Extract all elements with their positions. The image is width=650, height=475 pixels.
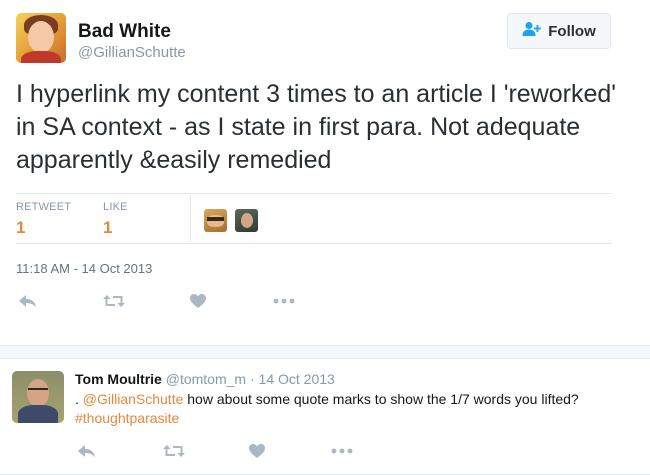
liker-avatar[interactable] xyxy=(235,209,258,232)
retweet-icon[interactable] xyxy=(162,440,186,462)
reply-dot-separator: · xyxy=(249,371,255,387)
retweet-stat-label: RETWEET xyxy=(16,201,72,213)
tweet-timestamp[interactable]: 11:18 AM - 14 Oct 2013 xyxy=(16,261,152,276)
more-icon[interactable] xyxy=(330,440,354,462)
reply-mention-link[interactable]: @GillianSchutte xyxy=(83,391,184,407)
like-stat-label: LIKE xyxy=(103,201,128,213)
reply-hashtag-link[interactable]: #thoughtparasite xyxy=(75,410,179,426)
like-stat[interactable]: LIKE 1 xyxy=(103,201,128,238)
like-icon[interactable] xyxy=(186,290,210,312)
reply-text: . @GillianSchutte how about some quote m… xyxy=(75,390,615,428)
tweet-text: I hyperlink my content 3 times to an art… xyxy=(16,80,617,174)
main-tweet: Bad White @GillianSchutte Follow I hyper… xyxy=(0,0,650,345)
reply-author-name[interactable]: Tom Moultrie xyxy=(75,371,162,387)
tweet-separator xyxy=(0,345,650,359)
author-avatar[interactable] xyxy=(16,13,66,63)
follow-person-icon xyxy=(522,21,542,41)
follow-button[interactable]: Follow xyxy=(507,13,611,49)
reply-tweet[interactable]: Tom Moultrie @tomtom_m · 14 Oct 2013 . @… xyxy=(0,359,650,475)
reply-author-avatar[interactable] xyxy=(12,371,64,423)
reply-icon[interactable] xyxy=(75,440,99,462)
follow-label: Follow xyxy=(548,22,596,40)
author-name[interactable]: Bad White xyxy=(78,21,171,43)
retweet-count: 1 xyxy=(16,218,26,237)
reply-date[interactable]: 14 Oct 2013 xyxy=(259,371,335,387)
reply-author-handle[interactable]: @tomtom_m xyxy=(166,371,246,387)
reply-text-body: how about some quote marks to show the 1… xyxy=(183,391,579,407)
author-handle[interactable]: @GillianSchutte xyxy=(78,44,186,61)
reply-icon[interactable] xyxy=(16,290,40,312)
retweet-stat[interactable]: RETWEET 1 xyxy=(16,201,71,238)
stats-vertical-divider xyxy=(190,195,191,242)
more-icon[interactable] xyxy=(272,290,296,312)
stats-divider-bottom xyxy=(16,243,612,244)
reply-header: Tom Moultrie @tomtom_m · 14 Oct 2013 xyxy=(75,371,335,387)
like-count: 1 xyxy=(103,218,113,237)
reply-text-prefix: . xyxy=(75,391,83,407)
retweet-icon[interactable] xyxy=(102,290,126,312)
like-icon[interactable] xyxy=(245,440,269,462)
stats-divider-top xyxy=(16,193,612,194)
liker-avatar[interactable] xyxy=(204,209,227,232)
